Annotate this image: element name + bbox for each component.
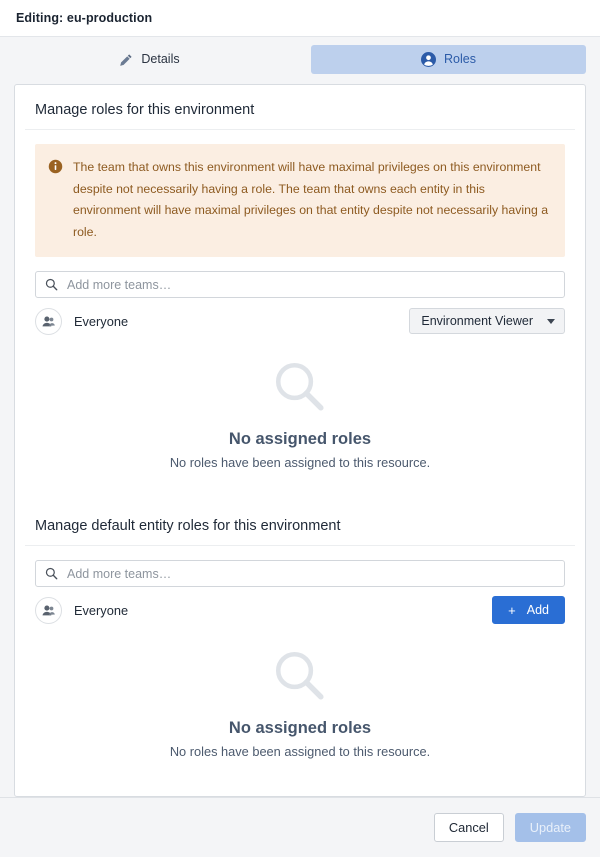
- magnifier-icon: [275, 362, 324, 411]
- dialog-titlebar: Editing: eu-production: [0, 0, 600, 37]
- search-input-1[interactable]: [67, 277, 555, 292]
- tab-roles[interactable]: Roles: [311, 45, 586, 74]
- info-icon: [48, 159, 63, 174]
- section-title-default-entity-roles: Manage default entity roles for this env…: [25, 501, 575, 546]
- tab-roles-label: Roles: [444, 52, 476, 67]
- add-teams-search-1[interactable]: [35, 271, 565, 298]
- team-row-everyone-1: Everyone Environment Viewer: [35, 298, 565, 344]
- empty-state-2: No assigned roles No roles have been ass…: [25, 633, 575, 781]
- team-row-everyone-2: Everyone + Add: [35, 587, 565, 633]
- empty-state-title-1: No assigned roles: [228, 430, 372, 448]
- roles-card: Manage roles for this environment The te…: [14, 84, 586, 797]
- empty-state-description-2: No roles have been assigned to this reso…: [169, 744, 431, 759]
- empty-state-description-1: No roles have been assigned to this reso…: [169, 455, 431, 470]
- add-role-button[interactable]: + Add: [492, 596, 565, 624]
- empty-state-title-2: No assigned roles: [228, 719, 372, 737]
- info-callout: The team that owns this environment will…: [35, 144, 565, 257]
- group-avatar-icon: [35, 307, 62, 335]
- group-avatar-icon: [35, 596, 62, 624]
- person-icon: [421, 52, 437, 67]
- page-title: Editing: eu-production: [16, 11, 153, 25]
- search-input-2[interactable]: [67, 566, 555, 581]
- search-icon: [45, 567, 58, 580]
- plus-icon: +: [508, 602, 516, 618]
- tab-bar: Details Roles: [0, 37, 600, 84]
- add-teams-search-2[interactable]: [35, 560, 565, 587]
- cancel-button[interactable]: Cancel: [433, 813, 504, 842]
- edit-environment-dialog: Editing: eu-production Details Roles Man…: [0, 0, 600, 857]
- magnifier-icon: [275, 651, 324, 700]
- role-select-dropdown[interactable]: Environment Viewer: [409, 308, 565, 334]
- pencil-icon: [120, 53, 132, 66]
- tab-details[interactable]: Details: [12, 45, 287, 74]
- chevron-down-icon: [547, 318, 555, 324]
- empty-state-1: No assigned roles No roles have been ass…: [25, 344, 575, 492]
- add-role-button-label: Add: [526, 603, 549, 617]
- info-callout-text: The team that owns this environment will…: [73, 160, 549, 239]
- update-button[interactable]: Update: [514, 813, 586, 842]
- team-name-2: Everyone: [74, 602, 129, 618]
- dialog-footer: Cancel Update: [0, 797, 600, 857]
- tab-details-label: Details: [141, 52, 180, 67]
- team-name-1: Everyone: [74, 313, 129, 329]
- section-title-environment-roles: Manage roles for this environment: [25, 85, 575, 130]
- role-select-value: Environment Viewer: [421, 314, 533, 328]
- search-icon: [45, 278, 58, 291]
